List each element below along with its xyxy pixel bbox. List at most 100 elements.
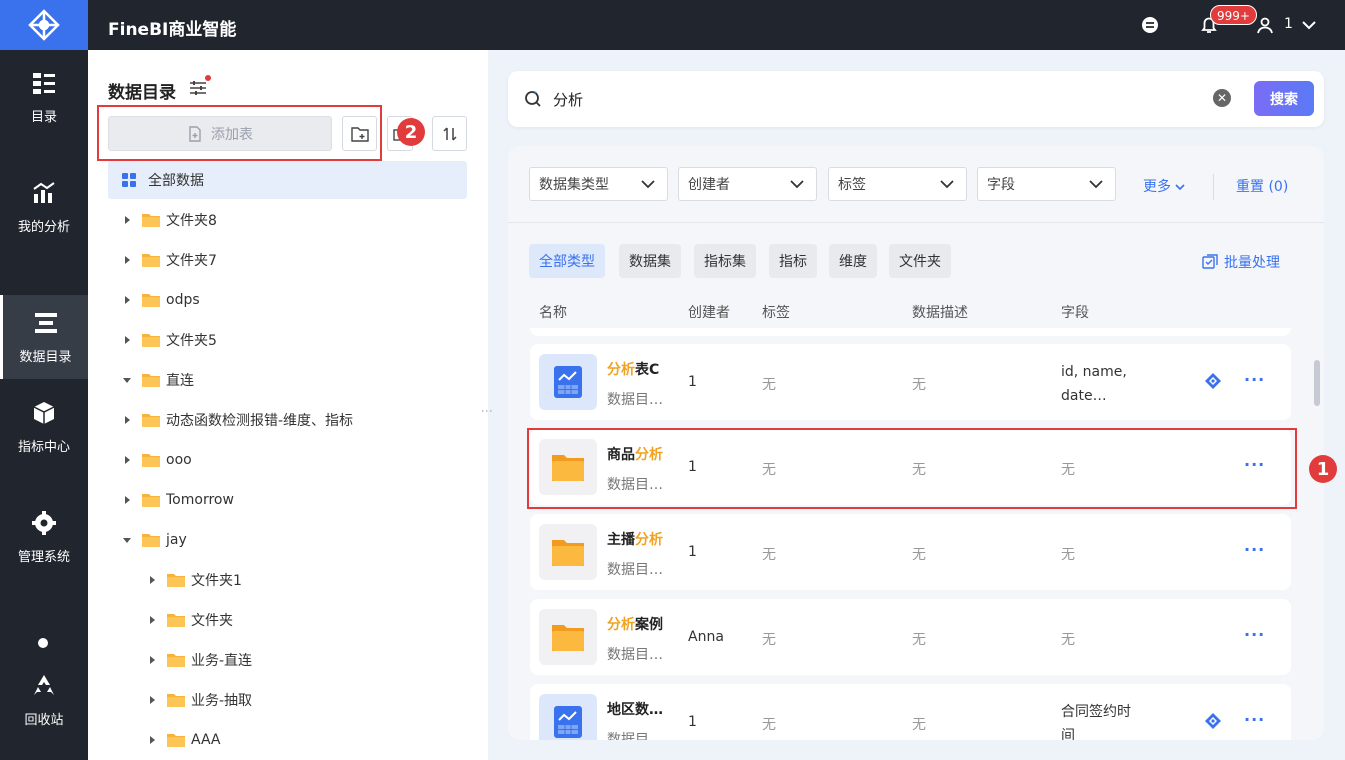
tree-item[interactable]: jay (108, 521, 467, 559)
more-options-icon[interactable]: ··· (1244, 370, 1265, 389)
tree-item[interactable]: AAA (108, 721, 467, 759)
new-folder-button[interactable] (342, 116, 377, 151)
item-thumbnail (539, 524, 597, 580)
chip-all-types[interactable]: 全部类型 (529, 244, 605, 278)
tree-item-label: jay (166, 532, 187, 548)
dataset-icon (554, 366, 582, 398)
caret-right-icon[interactable] (147, 615, 157, 625)
caret-right-icon[interactable] (122, 415, 132, 425)
folder-icon (552, 625, 584, 651)
chevron-down-icon (1175, 184, 1186, 191)
folder-icon (142, 294, 160, 307)
nav-label: 我的分析 (17, 219, 70, 235)
reset-link[interactable]: 重置 (0) (1236, 176, 1288, 196)
tree-item-label: 文件夹8 (166, 213, 217, 229)
tree-item[interactable]: 业务-抽取 (108, 681, 467, 719)
caret-right-icon[interactable] (122, 255, 132, 265)
nav-label: 回收站 (24, 712, 64, 728)
tree-item-all-data[interactable]: 全部数据 (108, 161, 467, 199)
tree-item[interactable]: Tomorrow (108, 481, 467, 519)
item-name[interactable]: 主播分析 (607, 529, 663, 549)
item-thumbnail (539, 694, 597, 740)
chip-metric-set[interactable]: 指标集 (694, 244, 756, 278)
tree-item[interactable]: 文件夹7 (108, 241, 467, 279)
user-name[interactable]: 1 (1284, 16, 1293, 32)
clear-icon[interactable]: ✕ (1213, 89, 1231, 107)
result-card[interactable]: 分析表C 数据目… 1 无 无 id, name, date… ··· (530, 344, 1291, 420)
caret-right-icon[interactable] (122, 455, 132, 465)
tree-item[interactable]: 动态函数检测报错-维度、指标 (108, 401, 467, 439)
metric-center-icon (33, 401, 55, 424)
caret-right-icon[interactable] (147, 735, 157, 745)
add-table-label: 添加表 (211, 126, 253, 143)
add-table-button[interactable]: 添加表 (108, 116, 332, 151)
annotation-box-1 (527, 428, 1297, 509)
caret-right-icon[interactable] (147, 575, 157, 585)
filter-settings-icon[interactable] (188, 78, 208, 98)
tree-item[interactable]: 文件夹8 (108, 201, 467, 239)
data-catalog-panel: 数据目录 添加表 2 全部数据 文件夹8 文件夹7 odps 文件夹5 直连 动态函数检测… (88, 50, 494, 760)
filter-tag[interactable]: 标签 (828, 167, 967, 201)
caret-right-icon[interactable] (147, 655, 157, 665)
caret-right-icon[interactable] (147, 695, 157, 705)
directory-icon (33, 72, 55, 94)
tree-item[interactable]: 文件夹5 (108, 321, 467, 359)
nav-item-recycle[interactable]: 回收站 (0, 665, 88, 735)
item-creator: 1 (688, 374, 697, 390)
scrollbar[interactable] (1314, 360, 1320, 406)
filter-creator[interactable]: 创建者 (678, 167, 817, 201)
search-input[interactable]: 分析 (553, 89, 583, 110)
caret-right-icon[interactable] (122, 495, 132, 505)
tree-item[interactable]: 文件夹 (108, 601, 467, 639)
tree-item-label: 文件夹5 (166, 333, 217, 349)
finebi-logo[interactable] (0, 0, 88, 50)
resize-handle[interactable]: ⋮ (480, 405, 494, 417)
search-button[interactable]: 搜索 (1254, 81, 1314, 116)
caret-right-icon[interactable] (122, 295, 132, 305)
link-action-icon[interactable] (1204, 712, 1222, 730)
more-options-icon[interactable]: ··· (1244, 540, 1265, 559)
caret-down-icon[interactable] (122, 535, 132, 545)
notification-badge: 999+ (1210, 5, 1257, 25)
link-action-icon[interactable] (1204, 372, 1222, 390)
item-thumbnail (539, 354, 597, 410)
chip-metric[interactable]: 指标 (769, 244, 817, 278)
item-name[interactable]: 地区数… (607, 699, 663, 719)
name-rest: 主播 (607, 532, 635, 548)
callout-1: 1 (1309, 455, 1337, 483)
nav-item-my-analysis[interactable]: 我的分析 (0, 165, 88, 249)
nav-item-metric-center[interactable]: 指标中心 (0, 385, 88, 469)
nav-item-directory[interactable]: 目录 (0, 55, 88, 139)
item-creator: Anna (688, 629, 724, 645)
tree-item[interactable]: 直连 (108, 361, 467, 399)
nav-item-management[interactable]: 管理系统 (0, 495, 88, 579)
more-options-icon[interactable]: ··· (1244, 625, 1265, 644)
nav-item-data-catalog[interactable]: 数据目录 (0, 295, 88, 379)
item-name[interactable]: 分析表C (607, 359, 659, 379)
filter-field[interactable]: 字段 (977, 167, 1116, 201)
chip-dataset[interactable]: 数据集 (619, 244, 681, 278)
more-filters-link[interactable]: 更多 (1143, 176, 1186, 196)
caret-right-icon[interactable] (122, 335, 132, 345)
result-card[interactable]: 地区数… 数据目… 1 无 无 合同签约时间 ··· (530, 684, 1291, 740)
item-name[interactable]: 分析案例 (607, 614, 663, 634)
more-options-icon[interactable]: ··· (1244, 710, 1265, 729)
folder-icon (142, 494, 160, 507)
chip-folder[interactable]: 文件夹 (889, 244, 951, 278)
result-card[interactable]: 分析案例 数据目… Anna 无 无 无 ··· (530, 599, 1291, 675)
tree-item[interactable]: 业务-直连 (108, 641, 467, 679)
filter-dataset-type[interactable]: 数据集类型 (529, 167, 668, 201)
caret-right-icon[interactable] (122, 215, 132, 225)
tree-item[interactable]: odps (108, 281, 467, 319)
chevron-down-icon[interactable] (1298, 14, 1320, 36)
caret-down-icon[interactable] (122, 375, 132, 385)
chip-dimension[interactable]: 维度 (829, 244, 877, 278)
batch-process-button[interactable]: 批量处理 (1202, 252, 1280, 272)
switch-icon[interactable] (1139, 14, 1161, 36)
tree-item[interactable]: 文件夹1 (108, 561, 467, 599)
user-icon[interactable] (1254, 14, 1276, 36)
item-fields: 无 (1061, 632, 1075, 648)
result-card[interactable]: 主播分析 数据目… 1 无 无 无 ··· (530, 514, 1291, 590)
sort-button[interactable] (432, 116, 467, 151)
tree-item[interactable]: ooo (108, 441, 467, 479)
